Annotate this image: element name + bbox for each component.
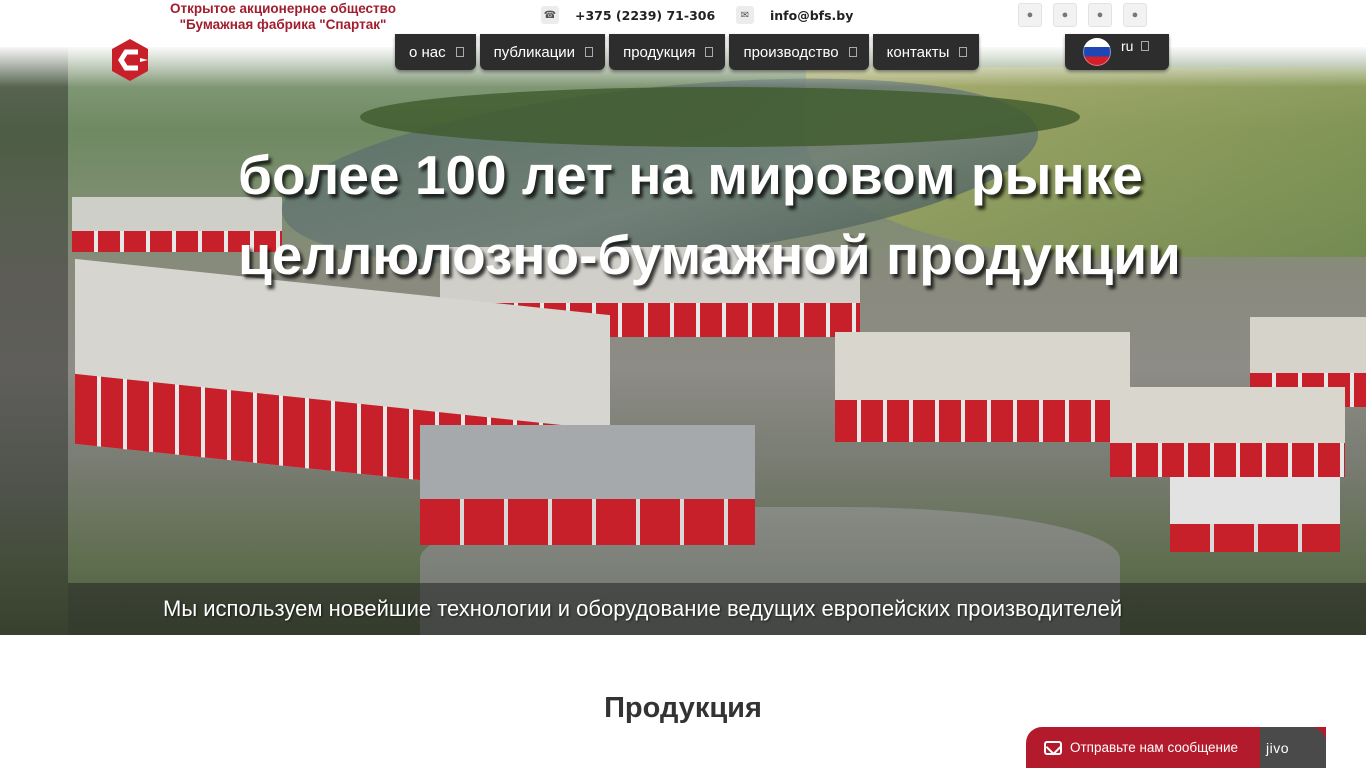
- russia-flag-icon: [1083, 38, 1111, 66]
- nav-item-products[interactable]: продукция: [609, 34, 726, 70]
- social-icon-4[interactable]: ●: [1123, 3, 1147, 27]
- chevron-down-icon: [848, 47, 857, 57]
- social-links: ● ● ● ●: [1018, 3, 1147, 27]
- chevron-down-icon: [1141, 41, 1150, 51]
- company-name: Открытое акционерное общество "Бумажная …: [160, 1, 406, 33]
- hero-title-line1: более 100 лет на мировом рынке: [238, 144, 1143, 206]
- phone-icon: ☎: [541, 6, 559, 24]
- hero-bg-building: [1110, 387, 1345, 477]
- hero-bg-building: [835, 332, 1130, 442]
- hero-bg-building: [1170, 477, 1340, 552]
- chat-label: Отправьте нам сообщение: [1070, 740, 1239, 755]
- hero-title: более 100 лет на мировом рынке целлюлозн…: [0, 135, 1366, 295]
- envelope-icon: [1044, 740, 1062, 755]
- logo-icon: [112, 39, 148, 81]
- language-code: ru: [1121, 38, 1134, 54]
- hero-subtitle: Мы используем новейшие технологии и обор…: [68, 583, 1366, 635]
- company-logo[interactable]: [108, 38, 152, 82]
- email-contact[interactable]: ✉ info@bfs.by: [736, 5, 853, 25]
- company-name-line1: Открытое акционерное общество: [169, 1, 397, 16]
- social-icon-3[interactable]: ●: [1088, 3, 1112, 27]
- nav-item-about[interactable]: о нас: [395, 34, 476, 70]
- nav-item-label: публикации: [493, 43, 576, 61]
- chevron-down-icon: [959, 47, 968, 57]
- products-section-title: Продукция: [604, 692, 762, 724]
- social-icon-1[interactable]: ●: [1018, 3, 1042, 27]
- social-icon-2[interactable]: ●: [1053, 3, 1077, 27]
- phone-number[interactable]: +375 (2239) 71-306: [575, 8, 715, 23]
- chevron-down-icon: [585, 47, 594, 57]
- hero-title-line2: целлюлозно-бумажной продукции: [238, 224, 1181, 286]
- nav-item-label: производство: [743, 43, 839, 61]
- email-address[interactable]: info@bfs.by: [770, 8, 853, 23]
- language-selector[interactable]: ru: [1065, 34, 1169, 70]
- nav-item-label: контакты: [886, 43, 950, 61]
- nav-item-label: продукция: [623, 43, 696, 61]
- jivo-logo: jivo: [1260, 727, 1326, 768]
- chevron-down-icon: [455, 47, 464, 57]
- chevron-down-icon: [705, 47, 714, 57]
- nav-item-publications[interactable]: публикации: [479, 34, 606, 70]
- hero-bg-building: [420, 425, 755, 545]
- company-name-line2: "Бумажная фабрика "Спартак": [179, 17, 387, 32]
- nav-item-production[interactable]: производство: [729, 34, 869, 70]
- nav-item-label: о нас: [409, 43, 446, 61]
- envelope-icon: ✉: [736, 6, 754, 24]
- phone-contact[interactable]: ☎ +375 (2239) 71-306: [541, 5, 715, 25]
- main-nav: о нас публикации продукция производство …: [395, 34, 980, 70]
- nav-item-contacts[interactable]: контакты: [872, 34, 980, 70]
- chat-widget[interactable]: Отправьте нам сообщение jivo: [1026, 727, 1326, 768]
- hero-banner: более 100 лет на мировом рынке целлюлозн…: [0, 47, 1366, 635]
